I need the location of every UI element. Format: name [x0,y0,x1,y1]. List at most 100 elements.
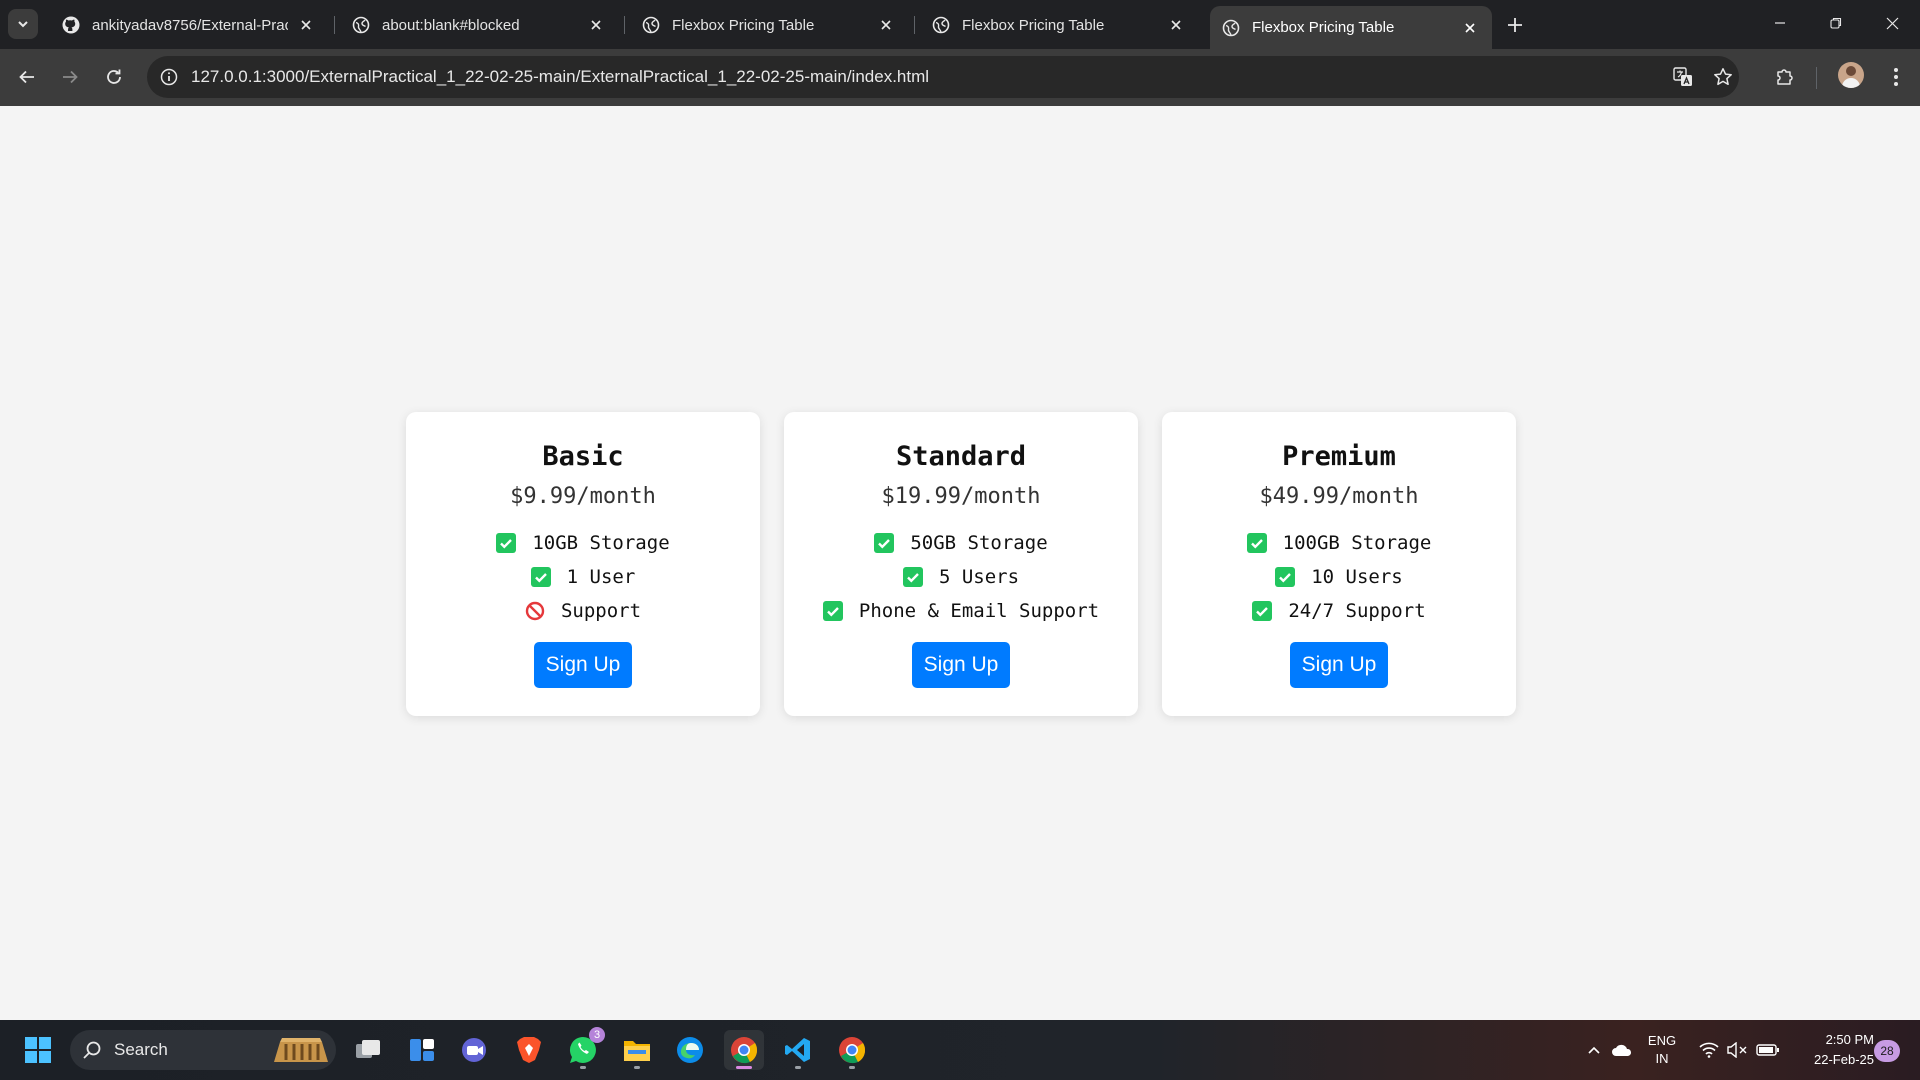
region-code: IN [1655,1051,1669,1066]
close-tab-icon[interactable] [1166,15,1186,35]
brave-browser-button[interactable] [509,1030,549,1070]
minimize-button[interactable] [1752,0,1808,46]
widgets-button[interactable] [402,1030,442,1070]
tab-flexbox-active[interactable]: Flexbox Pricing Table [1210,6,1492,49]
clock-date: 22-Feb-25 [1814,1052,1874,1067]
whatsapp-button[interactable]: 3 [563,1027,605,1070]
github-icon [62,16,80,34]
check-icon [1246,533,1267,553]
feature-item: Support [406,594,760,628]
extensions-button[interactable] [1769,61,1801,93]
pricing-card-basic: Basic $9.99/month 10GB Storage 1 User Su… [406,412,760,716]
task-view-button[interactable] [348,1030,388,1070]
url-text[interactable]: 127.0.0.1:3000/ExternalPractical_1_22-02… [191,67,929,87]
check-icon [902,567,923,587]
edge-browser-button[interactable] [670,1030,710,1070]
close-tab-icon[interactable] [296,15,316,35]
show-hidden-icons-button[interactable] [1582,1020,1606,1080]
clock-time: 2:50 PM [1825,1032,1874,1047]
windows-taskbar: Search 3 ENG IN 2:50 PM 22-Feb-25 28 [0,1020,1920,1080]
file-explorer-button[interactable] [617,1030,657,1070]
battery-icon [1756,1044,1779,1056]
feature-text: 24/7 Support [1288,600,1426,622]
edge-icon [677,1037,703,1063]
windows-logo-icon [25,1037,51,1063]
tab-flexbox-2[interactable]: Flexbox Pricing Table [920,6,1198,44]
task-view-icon [356,1040,380,1058]
check-icon [530,567,551,587]
active-indicator [736,1066,752,1069]
brave-icon [517,1037,541,1063]
tab-divider [914,16,915,34]
feature-text: 10 Users [1311,566,1403,588]
feature-text: 100GB Storage [1282,532,1432,554]
pricing-table: Basic $9.99/month 10GB Storage 1 User Su… [406,412,1516,716]
onedrive-button[interactable] [1608,1020,1636,1080]
translate-icon[interactable] [1671,65,1695,89]
arrow-right-icon [63,70,78,84]
volume-muted-icon [1727,1042,1747,1058]
restore-button[interactable] [1808,0,1864,46]
tab-github[interactable]: ankityadav8756/External-Practi [50,6,328,44]
more-vertical-icon [1894,68,1898,86]
new-tab-button[interactable] [1502,12,1528,38]
running-indicator [634,1066,640,1069]
feature-text: Support [560,600,642,622]
plus-icon [1508,18,1522,32]
taskbar-search[interactable]: Search [70,1030,336,1070]
site-info-icon[interactable] [157,65,181,89]
search-label: Search [114,1040,168,1059]
input-language-indicator[interactable]: ENG IN [1642,1032,1682,1068]
start-button[interactable] [18,1030,58,1070]
feature-text: Phone & Email Support [858,600,1100,622]
profile-avatar[interactable] [1838,62,1864,88]
feature-text: 5 Users [938,566,1020,588]
minimize-icon [1775,22,1785,24]
feature-text: 1 User [566,566,636,588]
chrome-profile-button[interactable] [832,1030,872,1070]
feature-list: 10GB Storage 1 User Support [406,526,760,628]
tab-about-blank[interactable]: about:blank#blocked [340,6,618,44]
vscode-button[interactable] [778,1030,818,1070]
restore-icon [1830,17,1842,29]
reload-button[interactable] [98,61,130,93]
volume-status[interactable] [1724,1020,1750,1080]
tab-title: Flexbox Pricing Table [672,16,815,34]
close-tab-icon[interactable] [876,15,896,35]
tab-flexbox-1[interactable]: Flexbox Pricing Table [630,6,908,44]
sign-up-button-standard[interactable]: Sign Up [911,642,1011,688]
feature-list: 100GB Storage 10 Users 24/7 Support [1162,526,1516,628]
close-tab-icon[interactable] [1460,18,1480,38]
battery-status[interactable] [1754,1020,1782,1080]
clock[interactable]: 2:50 PM 22-Feb-25 [1790,1030,1874,1070]
browser-toolbar: 127.0.0.1:3000/ExternalPractical_1_22-02… [0,49,1920,106]
menu-button[interactable] [1880,61,1912,93]
back-button[interactable] [11,61,43,93]
tab-search-button[interactable] [8,9,38,39]
globe-icon [932,16,950,34]
close-tab-icon[interactable] [586,15,606,35]
sign-up-button-basic[interactable]: Sign Up [533,642,633,688]
running-indicator [849,1066,855,1069]
chrome-button[interactable] [724,1030,764,1070]
globe-icon [1222,19,1240,37]
page-viewport: Basic $9.99/month 10GB Storage 1 User Su… [0,106,1920,1020]
globe-icon [352,16,370,34]
teams-meet-button[interactable] [455,1030,495,1070]
pricing-card-premium: Premium $49.99/month 100GB Storage 10 Us… [1162,412,1516,716]
folder-icon [624,1041,650,1061]
whatsapp-unread-badge: 3 [589,1027,605,1043]
wifi-status[interactable] [1696,1020,1722,1080]
tab-title: about:blank#blocked [382,16,520,34]
notification-count-badge[interactable]: 28 [1874,1040,1900,1062]
address-bar[interactable]: 127.0.0.1:3000/ExternalPractical_1_22-02… [147,56,1739,98]
forward-button[interactable] [54,61,86,93]
feature-item: 5 Users [784,560,1138,594]
check-icon [874,533,895,553]
feature-text: 50GB Storage [910,532,1048,554]
plan-name: Standard [895,441,1027,472]
close-window-button[interactable] [1864,0,1920,46]
sign-up-button-premium[interactable]: Sign Up [1289,642,1389,688]
bookmark-star-icon[interactable] [1711,65,1735,89]
tab-title: Flexbox Pricing Table [962,16,1105,34]
